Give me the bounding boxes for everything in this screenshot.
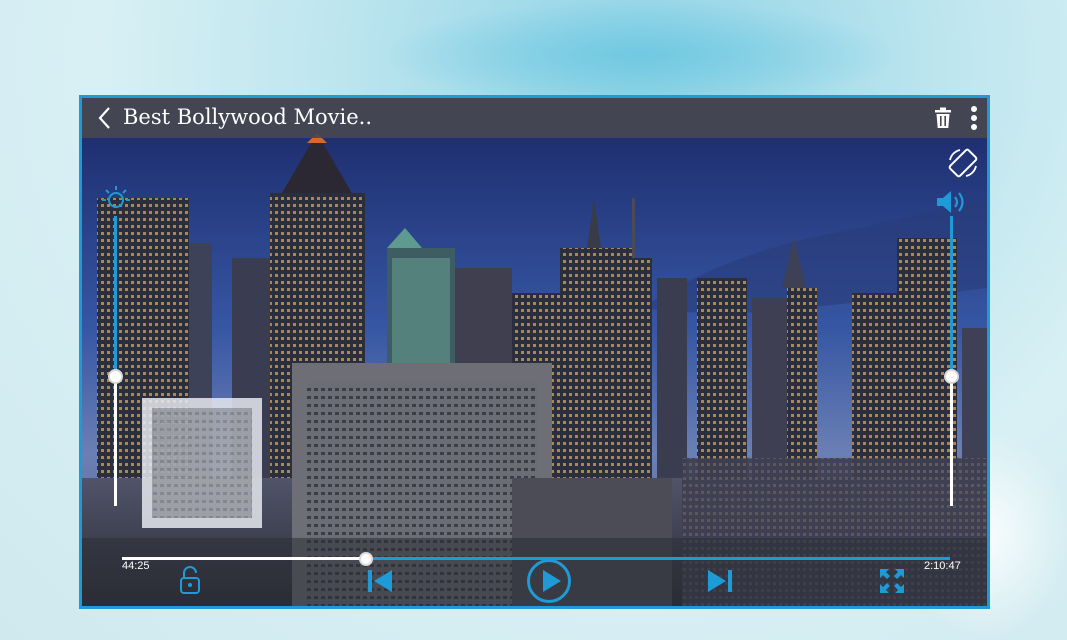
lock-open-icon[interactable] bbox=[178, 564, 202, 596]
brightness-slider-handle[interactable] bbox=[108, 368, 123, 384]
chevron-left-icon[interactable] bbox=[92, 104, 120, 132]
video-title: Best Bollywood Movie.. bbox=[123, 105, 373, 129]
brightness-slider-fill bbox=[114, 216, 117, 376]
skip-next-icon[interactable] bbox=[706, 568, 734, 594]
volume-slider-handle[interactable] bbox=[944, 368, 959, 384]
play-circle-icon[interactable] bbox=[526, 558, 572, 604]
video-player[interactable]: Best Bollywood Movie.. 44:25 2:10:47 bbox=[79, 95, 990, 609]
video-frame bbox=[82, 98, 987, 606]
trash-icon[interactable] bbox=[931, 106, 955, 130]
current-time: 44:25 bbox=[122, 560, 150, 572]
brightness-icon bbox=[102, 186, 130, 208]
volume-slider-fill bbox=[950, 216, 953, 376]
skip-previous-icon[interactable] bbox=[366, 568, 394, 594]
fullscreen-icon[interactable] bbox=[877, 566, 907, 596]
seek-bar-handle[interactable] bbox=[359, 552, 374, 566]
volume-slider-track bbox=[950, 375, 953, 506]
more-vertical-icon[interactable] bbox=[966, 104, 982, 132]
background-glow bbox=[380, 0, 900, 110]
top-bar: Best Bollywood Movie.. bbox=[82, 98, 987, 138]
total-time: 2:10:47 bbox=[924, 560, 961, 572]
volume-slider[interactable] bbox=[944, 216, 959, 506]
brightness-slider-track bbox=[114, 375, 117, 506]
seek-bar-played bbox=[122, 557, 367, 560]
screen-rotation-icon[interactable] bbox=[946, 146, 980, 180]
volume-icon bbox=[937, 191, 964, 213]
brightness-slider[interactable] bbox=[108, 216, 123, 506]
